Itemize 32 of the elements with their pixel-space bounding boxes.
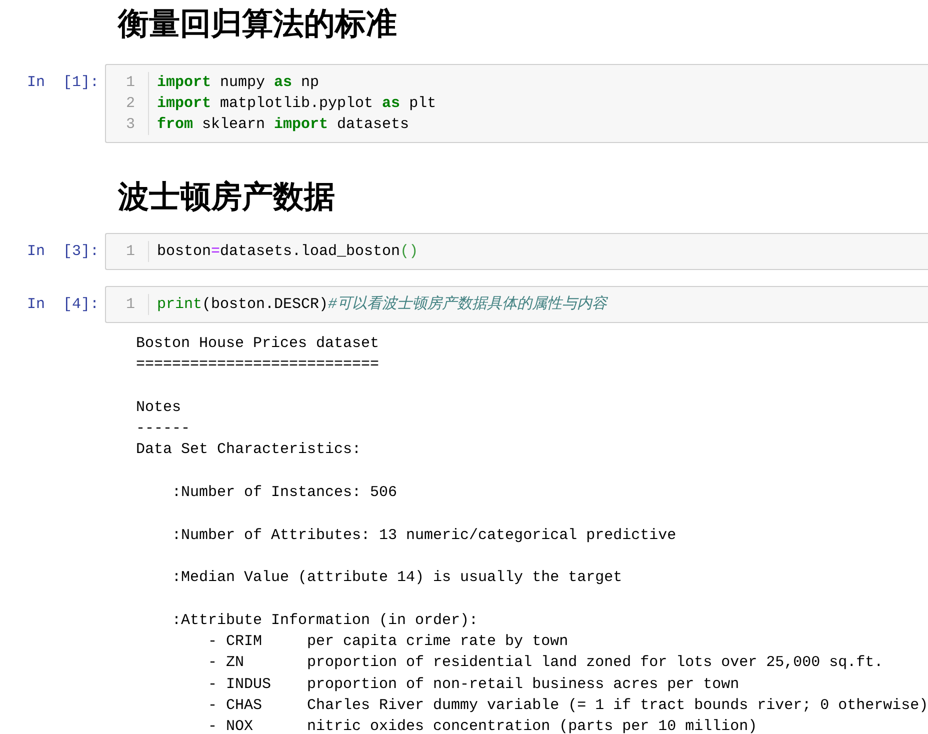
output-line: Boston House Prices dataset bbox=[136, 334, 380, 354]
output-line: :Number of Instances: 506 bbox=[171, 483, 398, 504]
output-line: :Median Value (attribute 14) is usually the target bbox=[171, 568, 624, 588]
line-number: 3 bbox=[124, 115, 135, 135]
output-line: - CHAS Charles River dummy variable (= 1 if tract bounds river; 0 otherwise) bbox=[207, 696, 928, 716]
code-input-cell[interactable]: 1 print(boston.DESCR)#可以看波士顿房产数据具体的属性与内容 bbox=[105, 286, 928, 323]
section-heading: 衡量回归算法的标准 bbox=[118, 5, 398, 44]
output-line: - CRIM per capita crime rate by town bbox=[207, 632, 570, 652]
output-line: Notes bbox=[136, 398, 182, 418]
output-line: Data Set Characteristics: bbox=[136, 440, 362, 460]
section-heading: 波士顿房产数据 bbox=[118, 178, 336, 217]
input-prompt: In [3]: bbox=[26, 242, 100, 262]
output-line: - NOX nitric oxides concentration (parts per 10 million) bbox=[207, 717, 758, 734]
code-line: boston=datasets.load_boston() bbox=[157, 242, 418, 262]
code-line: print(boston.DESCR)#可以看波士顿房产数据具体的属性与内容 bbox=[157, 294, 608, 315]
output-line: :Number of Attributes: 13 numeric/categorical predictive bbox=[171, 526, 678, 546]
line-number: 1 bbox=[124, 295, 135, 315]
line-number: 1 bbox=[124, 73, 135, 93]
code-line: from sklearn import datasets bbox=[157, 115, 410, 135]
output-line: =========================== bbox=[136, 355, 380, 376]
output-line: - INDUS proportion of non-retail business acres per town bbox=[207, 674, 740, 695]
input-prompt: In [4]: bbox=[26, 295, 100, 315]
output-line: ------ bbox=[136, 419, 192, 440]
output-line: :Attribute Information (in order): bbox=[171, 610, 480, 631]
line-number: 2 bbox=[124, 94, 135, 114]
code-input-cell[interactable]: 1 boston=datasets.load_boston() bbox=[105, 233, 928, 270]
line-number: 1 bbox=[124, 242, 135, 262]
output-line: - ZN proportion of residential land zoned for lots over 25,000 sq.ft. bbox=[207, 653, 884, 674]
code-line: import matplotlib.pyplot as plt bbox=[157, 94, 436, 114]
input-prompt: In [1]: bbox=[26, 73, 100, 93]
code-line: import numpy as np bbox=[157, 73, 320, 93]
code-input-cell[interactable]: 1 2 3 import numpy as np import matplotlib.pyplot as plt from sklearn import datasets bbox=[105, 64, 928, 143]
